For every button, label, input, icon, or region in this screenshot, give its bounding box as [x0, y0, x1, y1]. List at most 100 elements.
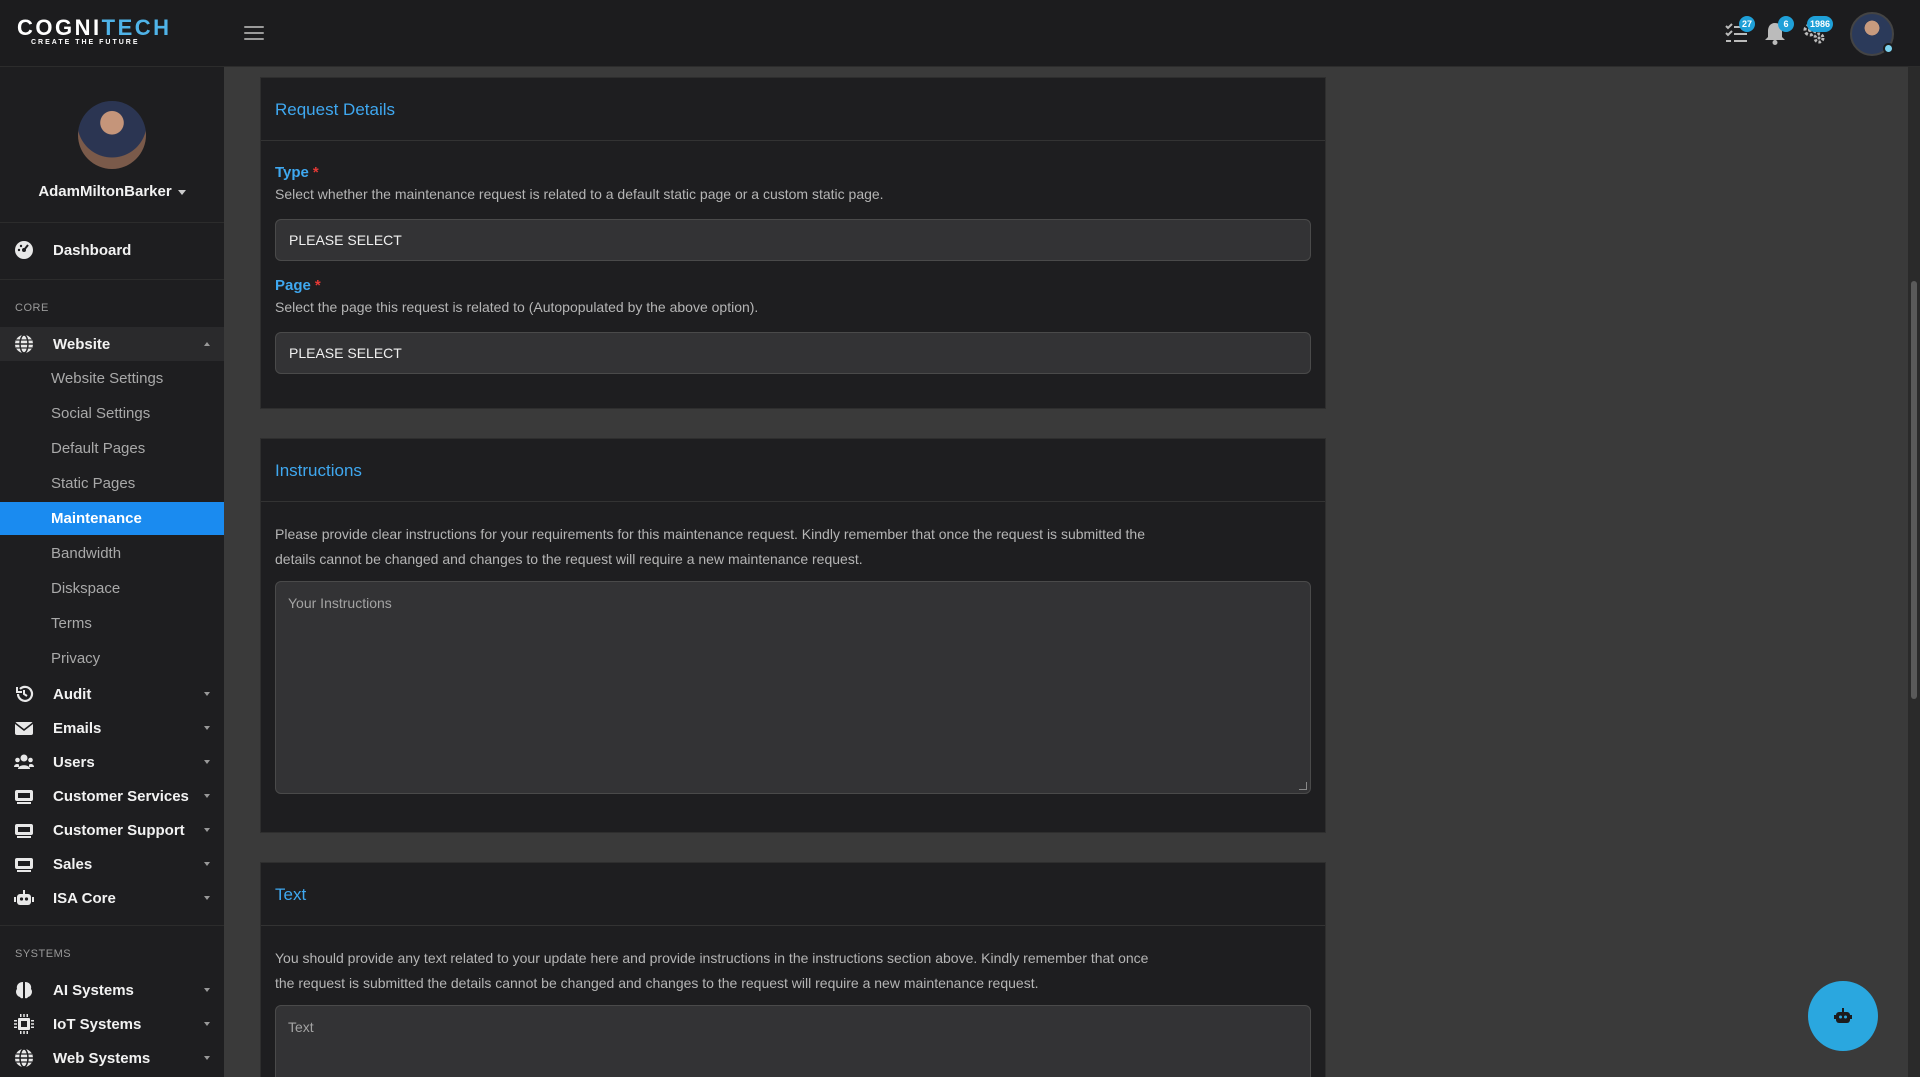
caret-down-icon: [204, 828, 210, 832]
sidebar: AdamMiltonBarker Dashboard CORE Website …: [0, 67, 224, 1077]
text-textarea[interactable]: Text: [275, 1005, 1311, 1077]
instructions-placeholder: Your Instructions: [288, 595, 392, 611]
robot-icon: [14, 888, 34, 908]
main-content: Request Details Type * Select whether the…: [224, 67, 1908, 1077]
caret-down-icon: [177, 189, 186, 195]
profile-username-dropdown[interactable]: AdamMiltonBarker: [0, 183, 224, 200]
type-label-text: Type: [275, 164, 309, 181]
card-title: Request Details: [275, 100, 396, 119]
chatbot-button[interactable]: [1808, 981, 1878, 1051]
card-header: Request Details: [261, 78, 1325, 141]
sidebar-subitem-label: Bandwidth: [51, 545, 122, 562]
users-icon: [14, 752, 34, 772]
online-status-dot: [1883, 43, 1894, 54]
page-scrollbar[interactable]: [1908, 67, 1920, 1077]
globe-icon: [14, 1048, 34, 1068]
instructions-help-line: Please provide clear instructions for yo…: [275, 526, 1145, 542]
caret-down-icon: [204, 692, 210, 696]
sidebar-subitem-bandwidth[interactable]: Bandwidth: [0, 537, 224, 570]
sidebar-item-label: Customer Support: [53, 822, 185, 839]
profile-avatar[interactable]: [78, 101, 146, 169]
sidebar-item-dashboard[interactable]: Dashboard: [0, 233, 224, 267]
sidebar-item-ai-systems[interactable]: AI Systems: [0, 973, 224, 1007]
menu-toggle-icon[interactable]: [244, 26, 264, 42]
envelope-icon: [14, 718, 34, 738]
text-help-text: You should provide any text related to y…: [275, 946, 1305, 996]
sidebar-subitem-label: Terms: [51, 615, 92, 632]
caret-up-icon: [204, 342, 210, 346]
sidebar-item-label: ISA Core: [53, 890, 116, 907]
sidebar-item-website[interactable]: Website: [0, 327, 224, 361]
page-help-text: Select the page this request is related …: [275, 299, 759, 315]
logo-tagline: CREATE THE FUTURE: [31, 39, 140, 46]
history-icon: [14, 684, 34, 704]
sidebar-item-users[interactable]: Users: [0, 745, 224, 779]
sidebar-subitem-default-pages[interactable]: Default Pages: [0, 432, 224, 465]
caret-down-icon: [204, 862, 210, 866]
profile-username: AdamMiltonBarker: [38, 183, 172, 200]
sidebar-subitem-label: Default Pages: [51, 440, 146, 457]
server-icon: [14, 786, 34, 806]
sidebar-subitem-diskspace[interactable]: Diskspace: [0, 572, 224, 605]
settings-gears-icon[interactable]: 1986: [1801, 16, 1833, 48]
caret-down-icon: [204, 726, 210, 730]
resize-handle-icon[interactable]: [1299, 782, 1307, 790]
text-help-line: the request is submitted the details can…: [275, 975, 1039, 991]
section-label-systems: SYSTEMS: [15, 948, 72, 960]
sidebar-item-label: Emails: [53, 720, 102, 737]
sidebar-subitem-label: Maintenance: [51, 510, 142, 527]
instructions-card: Instructions Please provide clear instru…: [260, 438, 1326, 833]
tasks-icon[interactable]: 27: [1723, 16, 1755, 48]
logo[interactable]: COGNITECH CREATE THE FUTURE: [17, 17, 169, 47]
sidebar-item-label: Sales: [53, 856, 93, 873]
sidebar-item-label: IoT Systems: [53, 1016, 142, 1033]
request-details-card: Request Details Type * Select whether the…: [260, 77, 1326, 409]
page-select-value: PLEASE SELECT: [289, 345, 402, 361]
sidebar-subitem-terms[interactable]: Terms: [0, 607, 224, 640]
sidebar-subitem-social-settings[interactable]: Social Settings: [0, 397, 224, 430]
notifications-badge: 6: [1778, 16, 1794, 32]
notifications-bell-icon[interactable]: 6: [1762, 16, 1794, 48]
sidebar-subitem-label: Website Settings: [51, 370, 164, 387]
caret-down-icon: [204, 988, 210, 992]
sidebar-item-audit[interactable]: Audit: [0, 677, 224, 711]
top-bar: COGNITECH CREATE THE FUTURE 27 6 1986: [0, 0, 1920, 67]
sidebar-item-iot-systems[interactable]: IoT Systems: [0, 1007, 224, 1041]
type-field-label: Type *: [275, 164, 319, 181]
page-field-label: Page *: [275, 277, 321, 294]
logo-text-accent: TECH: [101, 15, 172, 40]
sidebar-item-customer-support[interactable]: Customer Support: [0, 813, 224, 847]
sidebar-subitem-label: Static Pages: [51, 475, 136, 492]
sidebar-subitem-website-settings[interactable]: Website Settings: [0, 362, 224, 395]
required-marker: *: [314, 277, 321, 294]
user-avatar[interactable]: [1850, 12, 1894, 56]
sidebar-item-label: Customer Services: [53, 788, 189, 805]
microchip-icon: [14, 1014, 34, 1034]
scrollbar-thumb[interactable]: [1911, 281, 1917, 699]
card-title: Instructions: [275, 461, 362, 480]
sidebar-subitem-static-pages[interactable]: Static Pages: [0, 467, 224, 500]
sidebar-subitem-label: Privacy: [51, 650, 101, 667]
card-header: Instructions: [261, 439, 1325, 502]
sidebar-item-label: Audit: [53, 686, 92, 703]
sidebar-item-label: Web Systems: [53, 1050, 151, 1067]
sidebar-subitem-maintenance[interactable]: Maintenance: [0, 502, 224, 535]
text-help-line: You should provide any text related to y…: [275, 950, 1149, 966]
sidebar-item-emails[interactable]: Emails: [0, 711, 224, 745]
sidebar-item-customer-services[interactable]: Customer Services: [0, 779, 224, 813]
card-header: Text: [261, 863, 1325, 926]
sidebar-subitem-privacy[interactable]: Privacy: [0, 642, 224, 675]
sidebar-item-sales[interactable]: Sales: [0, 847, 224, 881]
dashboard-gauge-icon: [14, 240, 34, 260]
settings-badge: 1986: [1806, 16, 1833, 32]
page-select[interactable]: PLEASE SELECT: [275, 332, 1311, 374]
type-help-text: Select whether the maintenance request i…: [275, 186, 884, 202]
robot-icon: [1834, 1008, 1852, 1023]
sidebar-item-label: Website: [53, 336, 111, 353]
caret-down-icon: [204, 1056, 210, 1060]
instructions-textarea[interactable]: Your Instructions: [275, 581, 1311, 794]
sidebar-item-isa-core[interactable]: ISA Core: [0, 881, 224, 915]
tasks-badge: 27: [1738, 16, 1755, 32]
sidebar-item-web-systems[interactable]: Web Systems: [0, 1041, 224, 1075]
type-select[interactable]: PLEASE SELECT: [275, 219, 1311, 261]
